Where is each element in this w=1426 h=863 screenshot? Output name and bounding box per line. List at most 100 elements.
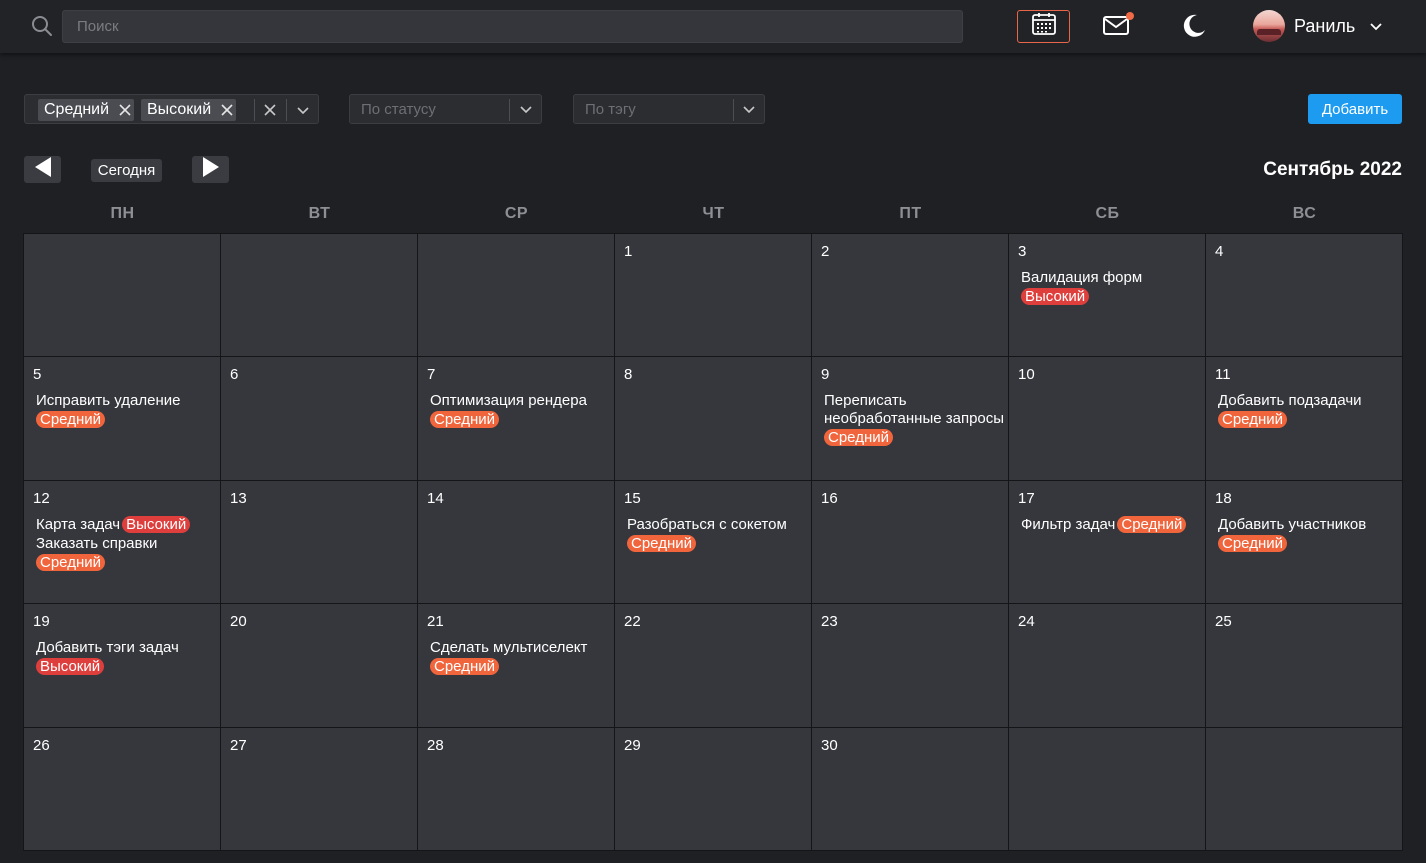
task-title: Сделать мультиселект	[430, 639, 588, 657]
task-event[interactable]: Добавить участников Средний	[1218, 516, 1402, 553]
task-event[interactable]: Сделать мультиселект Средний	[430, 639, 614, 676]
prev-month-button[interactable]	[24, 156, 61, 183]
day-cell[interactable]: 10	[1009, 357, 1206, 481]
task-event[interactable]: Добавить подзадачи Средний	[1218, 392, 1402, 429]
task-event[interactable]: Карта задач Высокий	[36, 515, 220, 534]
day-cell[interactable]: 11 Добавить подзадачи Средний	[1206, 357, 1403, 481]
task-event[interactable]: Разобраться с сокетом Средний	[627, 516, 811, 553]
day-cell[interactable]: 28	[418, 727, 615, 851]
task-event[interactable]: Валидация форм Высокий	[1021, 269, 1205, 306]
calendar-view-button[interactable]	[1017, 10, 1070, 43]
day-cell[interactable]: 3 Валидация форм Высокий	[1009, 234, 1206, 358]
task-event[interactable]: Исправить удаление Средний	[36, 392, 220, 429]
task-title: Заказать справки	[36, 534, 158, 552]
day-cell[interactable]: 27	[221, 727, 418, 851]
priority-badge: Высокий	[36, 658, 105, 676]
avatar	[1253, 10, 1285, 42]
today-button[interactable]: Сегодня	[91, 159, 162, 182]
notification-dot	[1126, 12, 1134, 20]
task-event[interactable]: Оптимизация рендера Средний	[430, 392, 614, 429]
event-list: Разобраться с сокетом Средний	[627, 516, 811, 553]
event-list: Валидация форм Высокий	[1021, 269, 1205, 306]
chevron-down-icon	[1369, 19, 1383, 33]
day-cell[interactable]: 15 Разобраться с сокетом Средний	[615, 480, 812, 605]
task-event[interactable]: Переписать необработанные запросы Средний	[824, 392, 1008, 447]
day-number: 1	[624, 243, 633, 260]
priority-badge: Средний	[1218, 534, 1287, 552]
day-cell[interactable]: 4	[1206, 234, 1403, 358]
task-title: Разобраться с сокетом	[627, 515, 787, 533]
task-title: Карта задач	[36, 515, 121, 533]
day-cell[interactable]: 22	[615, 604, 812, 728]
task-event[interactable]: Заказать справки Средний	[36, 535, 220, 572]
day-cell[interactable]: 25	[1206, 604, 1403, 728]
empty-day-cell	[418, 234, 615, 358]
remove-chip-button[interactable]	[218, 101, 236, 119]
event-list: Оптимизация рендера Средний	[430, 392, 614, 429]
tag-filter-select[interactable]: По тэгу	[573, 94, 765, 124]
remove-chip-button[interactable]	[116, 101, 134, 119]
task-title: Добавить тэги задач	[36, 639, 179, 657]
day-cell[interactable]: 12 Карта задач Высокий Заказать справки Сред…	[24, 480, 221, 605]
day-number: 14	[427, 489, 444, 507]
notifications-button[interactable]	[1102, 12, 1136, 40]
task-title: Валидация форм	[1021, 269, 1143, 286]
divider	[733, 99, 734, 121]
day-cell[interactable]: 26	[24, 727, 221, 851]
triangle-right-icon	[201, 156, 221, 183]
clear-selection-button[interactable]	[261, 101, 279, 119]
day-cell[interactable]: 24	[1009, 604, 1206, 728]
month-title: Сентябрь 2022	[1263, 159, 1402, 180]
empty-day-cell	[24, 234, 221, 358]
priority-chip: Средний	[38, 99, 135, 121]
day-cell[interactable]: 21 Сделать мультиселект Средний	[418, 604, 615, 728]
day-number: 22	[624, 613, 641, 631]
day-cell[interactable]: 29	[615, 727, 812, 851]
day-cell[interactable]: 5 Исправить удаление Средний	[24, 357, 221, 481]
day-cell[interactable]: 2	[812, 234, 1009, 358]
day-cell[interactable]: 30	[812, 727, 1009, 851]
day-number: 13	[230, 489, 247, 507]
event-list: Сделать мультиселект Средний	[430, 639, 614, 676]
day-number: 2	[821, 243, 830, 260]
day-cell[interactable]: 18 Добавить участников Средний	[1206, 480, 1403, 605]
day-cell[interactable]: 1	[615, 234, 812, 358]
calendar-grid: 1 2 3 Валидация форм Высокий 4 5 Исправить удал…	[23, 233, 1403, 851]
task-event[interactable]: Фильтр задач Средний	[1021, 515, 1205, 534]
day-number	[427, 243, 614, 261]
empty-day-cell	[1206, 727, 1403, 851]
event-list: Переписать необработанные запросы Средний	[824, 392, 1008, 447]
close-icon	[119, 104, 131, 116]
priority-badge: Высокий	[1021, 288, 1090, 305]
day-cell[interactable]: 6	[221, 357, 418, 481]
status-filter-select[interactable]: По статусу	[349, 94, 542, 124]
task-title: Исправить удаление	[36, 392, 181, 410]
day-cell[interactable]: 20	[221, 604, 418, 728]
search-input[interactable]	[62, 10, 963, 43]
day-number: 24	[1018, 613, 1035, 631]
day-cell[interactable]: 8	[615, 357, 812, 481]
moon-icon	[1180, 14, 1208, 44]
day-cell[interactable]: 9 Переписать необработанные запросы Средни…	[812, 357, 1009, 481]
add-task-button[interactable]: Добавить	[1308, 94, 1402, 124]
day-number: 12	[33, 489, 50, 507]
user-menu[interactable]: Раниль	[1253, 9, 1383, 43]
next-month-button[interactable]	[192, 156, 229, 183]
event-list: Добавить тэги задач Высокий	[36, 639, 220, 676]
task-event[interactable]: Добавить тэги задач Высокий	[36, 639, 220, 676]
day-cell[interactable]: 19 Добавить тэги задач Высокий	[24, 604, 221, 728]
day-number	[230, 243, 417, 261]
day-cell[interactable]: 13	[221, 480, 418, 605]
day-cell[interactable]: 16	[812, 480, 1009, 605]
day-cell[interactable]: 17 Фильтр задач Средний	[1009, 480, 1206, 605]
day-cell[interactable]: 7 Оптимизация рендера Средний	[418, 357, 615, 481]
calendar-icon	[1031, 12, 1057, 41]
priority-multiselect[interactable]: Средний Высокий	[24, 94, 319, 124]
theme-toggle-button[interactable]	[1180, 12, 1208, 40]
day-cell[interactable]: 23	[812, 604, 1009, 728]
weekday-label: СР	[504, 205, 529, 222]
chevron-down-icon[interactable]	[294, 101, 312, 119]
day-cell[interactable]: 14	[418, 480, 615, 605]
priority-badge: Средний	[430, 658, 499, 676]
event-list: Исправить удаление Средний	[36, 392, 220, 429]
